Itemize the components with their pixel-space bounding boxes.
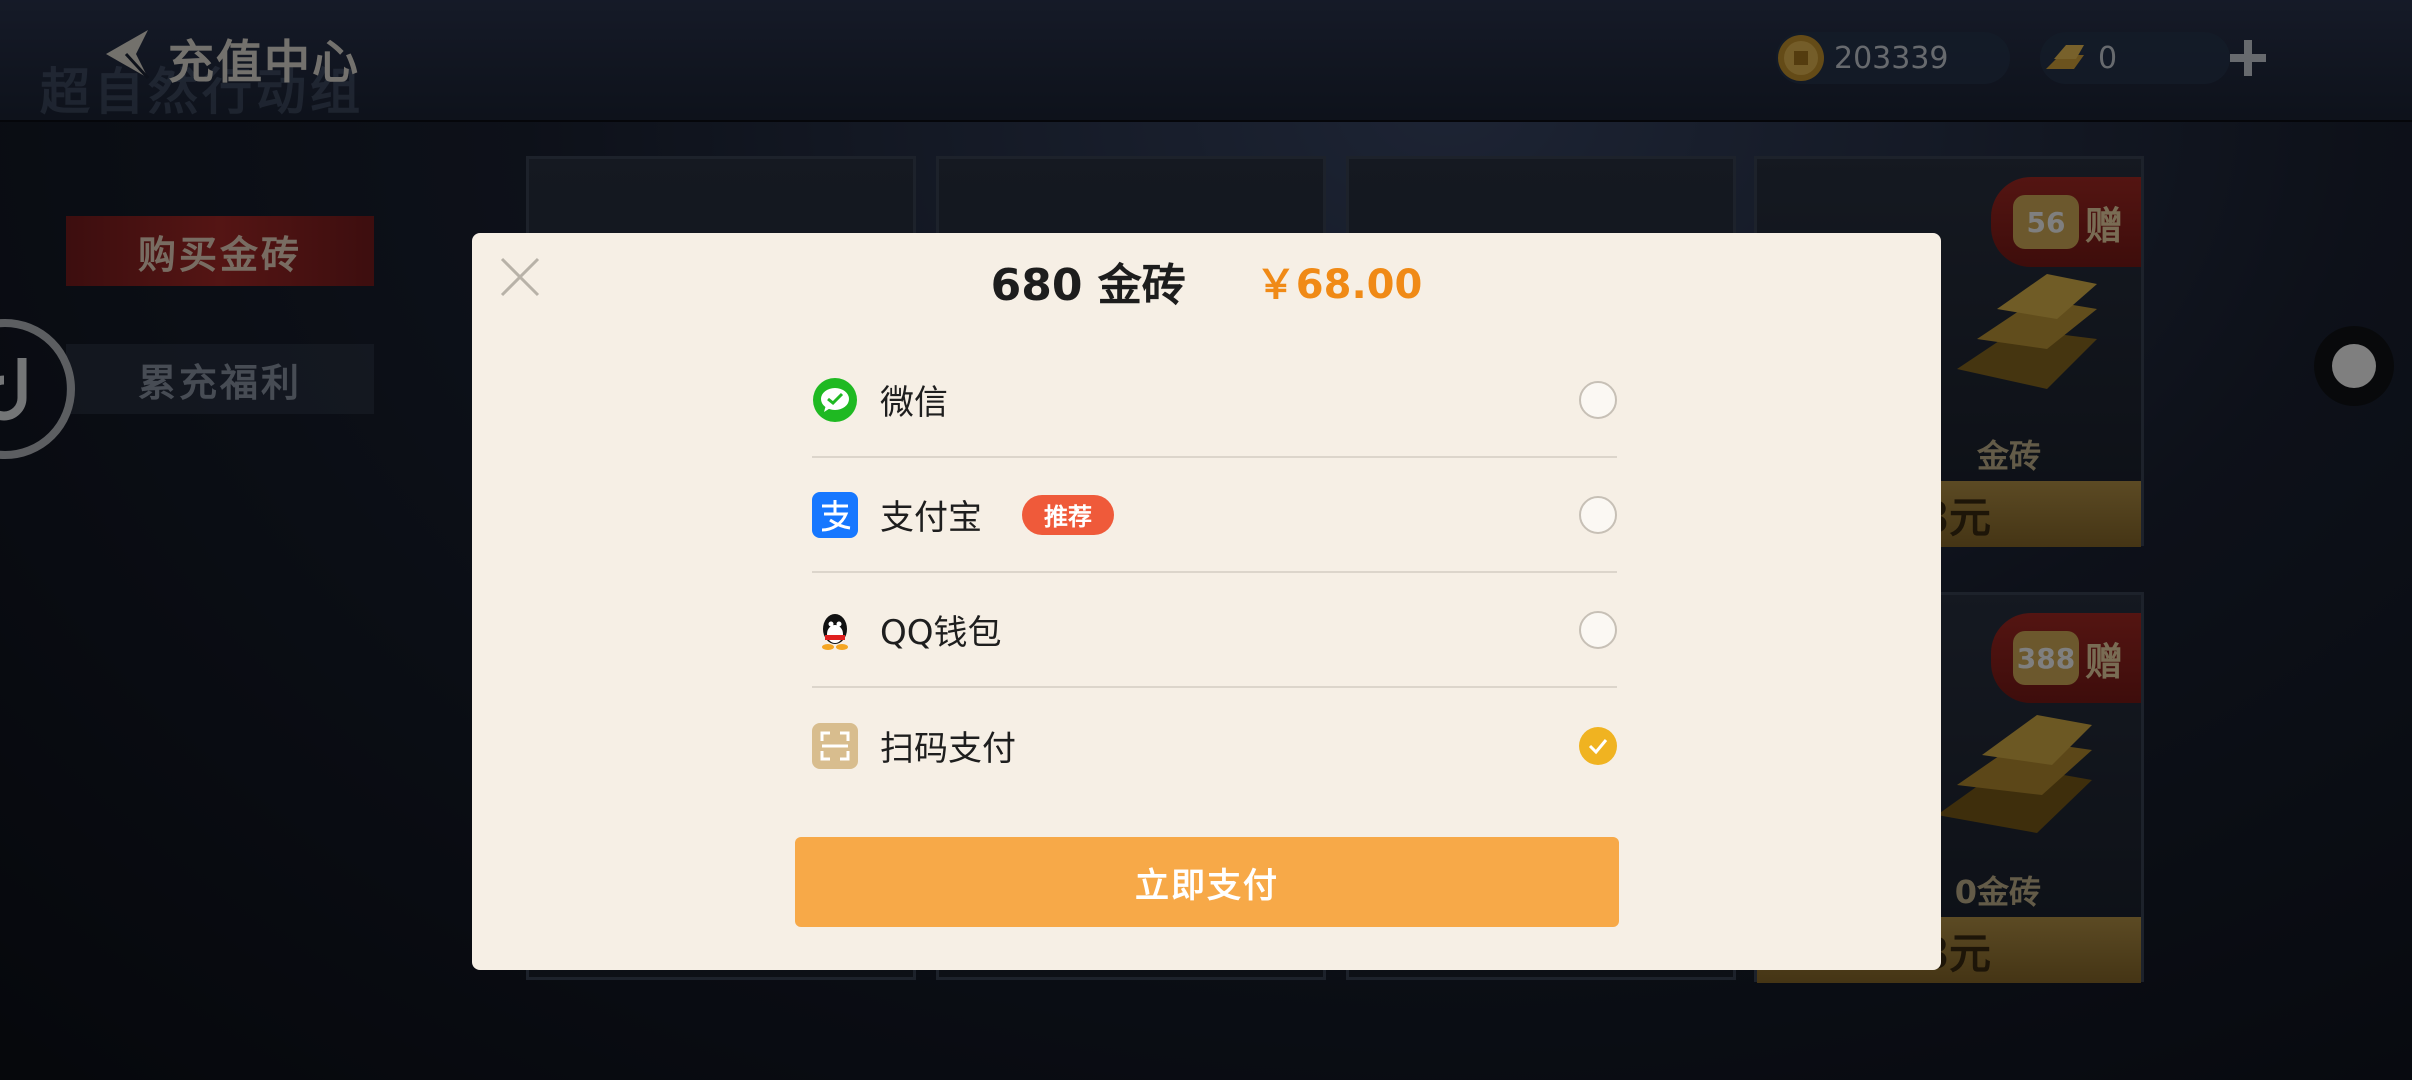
method-label: 微信 xyxy=(880,383,948,423)
dialog-header: 680 金砖 ￥68.00 xyxy=(472,251,1941,311)
purchase-amount: 680 金砖 xyxy=(990,260,1186,311)
pay-now-button[interactable]: 立即支付 xyxy=(795,837,1619,927)
method-label: QQ钱包 xyxy=(880,613,1002,653)
purchase-price: ￥68.00 xyxy=(1255,262,1423,308)
radio-unchecked[interactable] xyxy=(1579,610,1617,649)
alipay-icon xyxy=(812,491,858,538)
recommended-badge: 推荐 xyxy=(1022,494,1114,535)
wechat-icon xyxy=(813,377,857,422)
method-wechat[interactable]: 微信 xyxy=(812,343,1617,458)
radio-unchecked[interactable] xyxy=(1579,380,1617,419)
radio-checked[interactable] xyxy=(1579,726,1617,765)
method-label: 扫码支付 xyxy=(880,729,1016,769)
radio-unchecked[interactable] xyxy=(1579,495,1617,534)
method-scan-pay[interactable]: 扫码支付 xyxy=(812,688,1617,803)
payment-methods: 微信 支付宝 推荐 QQ钱包 扫码支付 xyxy=(812,343,1617,803)
scan-icon xyxy=(812,722,858,769)
method-alipay[interactable]: 支付宝 推荐 xyxy=(812,458,1617,573)
qq-icon xyxy=(822,613,848,650)
method-qq-wallet[interactable]: QQ钱包 xyxy=(812,573,1617,688)
check-icon xyxy=(1588,738,1608,754)
payment-dialog: 680 金砖 ￥68.00 微信 支付宝 推荐 QQ钱包 扫码支付 立即支付 xyxy=(472,233,1941,970)
method-label: 支付宝 xyxy=(880,498,982,538)
